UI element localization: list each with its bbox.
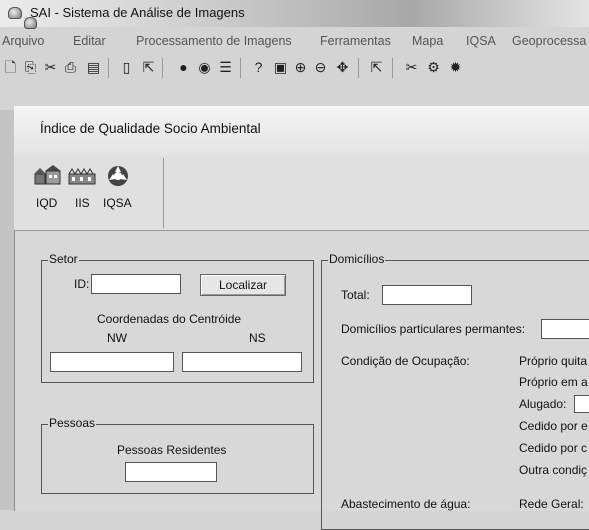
particulares-label: Domicílios particulares permantes: bbox=[341, 322, 526, 336]
menu-geoprocessamento[interactable]: Geoprocessa bbox=[512, 34, 586, 48]
app-title: SAI - Sistema de Análise de Imagens bbox=[30, 5, 245, 20]
tab-iqd-label: IQD bbox=[36, 196, 58, 210]
total-label: Total: bbox=[341, 288, 370, 302]
star-icon[interactable]: ✹ bbox=[447, 59, 464, 76]
nw-label: NW bbox=[107, 331, 127, 345]
toolbar-separator bbox=[358, 58, 359, 78]
centroid-label: Coordenadas do Centróide bbox=[97, 312, 242, 326]
setor-id-label: ID: bbox=[74, 277, 90, 291]
tab-iqsa-label: IQSA bbox=[103, 196, 132, 210]
zoom-out-icon[interactable]: ⊖ bbox=[312, 59, 329, 76]
cycle-icon bbox=[108, 166, 128, 186]
menu-mapa[interactable]: Mapa bbox=[412, 34, 443, 48]
toolbar-separator bbox=[240, 58, 241, 78]
mdi-left-border bbox=[0, 110, 14, 510]
print-icon[interactable]: ⎙ bbox=[62, 59, 79, 76]
settings-icon[interactable]: ⚙ bbox=[425, 59, 442, 76]
image-icon[interactable]: ▣ bbox=[272, 59, 289, 76]
menu-arquivo[interactable]: Arquivo bbox=[2, 34, 44, 48]
setor-legend: Setor bbox=[48, 252, 79, 266]
child-window-icon bbox=[24, 17, 37, 29]
child-window-title: Índice de Qualidade Socio Ambiental bbox=[40, 121, 261, 136]
menu-iqsa[interactable]: IQSA bbox=[466, 34, 496, 48]
color-icon[interactable]: ● bbox=[175, 59, 192, 76]
menu-ferramentas[interactable]: Ferramentas bbox=[320, 34, 391, 48]
ns-input[interactable] bbox=[182, 352, 302, 372]
save-icon[interactable]: ▤ bbox=[85, 59, 102, 76]
new-document-icon[interactable]: 🗋 bbox=[2, 59, 19, 76]
ocupacao-label: Condição de Ocupação: bbox=[341, 354, 470, 368]
document-icon[interactable]: ▯ bbox=[118, 59, 135, 76]
toolbar-separator bbox=[108, 58, 109, 78]
cut-icon[interactable]: ✂ bbox=[42, 59, 59, 76]
domicilios-legend: Domicílios bbox=[328, 252, 386, 266]
houses-icon bbox=[34, 165, 61, 185]
help-icon[interactable]: ? bbox=[250, 59, 267, 76]
particulares-input[interactable] bbox=[541, 319, 589, 339]
menu-editar[interactable]: Editar bbox=[73, 34, 106, 48]
toolbar-separator bbox=[392, 58, 393, 78]
export2-icon[interactable]: ⇱ bbox=[368, 59, 385, 76]
residentes-label: Pessoas Residentes bbox=[117, 443, 227, 457]
copy-icon[interactable]: ⎘ bbox=[22, 59, 39, 76]
tab-iqd[interactable]: IQD bbox=[32, 164, 62, 212]
tab-iis-label: IIS bbox=[75, 196, 90, 210]
pessoas-group bbox=[41, 424, 314, 494]
residentes-input[interactable] bbox=[125, 462, 217, 482]
total-input[interactable] bbox=[382, 285, 472, 305]
pessoas-legend: Pessoas bbox=[48, 416, 97, 430]
ocupacao-proprio-aquisicao: Próprio em a bbox=[519, 375, 588, 389]
app-icon bbox=[8, 7, 22, 19]
ns-label: NS bbox=[249, 331, 266, 345]
agua-rede-geral: Rede Geral: bbox=[519, 497, 584, 511]
export-icon[interactable]: ⇱ bbox=[140, 59, 157, 76]
buildings-icon bbox=[68, 168, 96, 185]
toolbar-separator bbox=[162, 58, 163, 78]
localizar-button[interactable]: Localizar bbox=[200, 274, 286, 296]
tab-iqsa[interactable]: IQSA bbox=[100, 164, 140, 212]
setor-id-input[interactable] bbox=[91, 274, 181, 294]
tab-iis[interactable]: IIS bbox=[66, 164, 96, 212]
ocupacao-alugado: Alugado: bbox=[519, 397, 567, 411]
sphere-icon[interactable]: ◉ bbox=[196, 59, 213, 76]
list-icon[interactable]: ☰ bbox=[217, 59, 234, 76]
ocupacao-outra-condicao: Outra condiç bbox=[519, 463, 588, 477]
alugado-input[interactable] bbox=[574, 395, 589, 413]
ocupacao-proprio-quitado: Próprio quita bbox=[519, 354, 588, 368]
agua-label: Abastecimento de água: bbox=[341, 497, 471, 511]
ocupacao-cedido-empregador: Cedido por e bbox=[519, 419, 588, 433]
tab-strip-separator bbox=[163, 158, 164, 228]
zoom-in-icon[interactable]: ⊕ bbox=[292, 59, 309, 76]
toolbar: 🗋 ⎘ ✂ ⎙ ▤ ▯ ⇱ ● ◉ ☰ ? ▣ ⊕ ⊖ ✥ ⇱ ✂ ⚙ ✹ bbox=[0, 52, 589, 82]
menu-processamento[interactable]: Processamento de Imagens bbox=[136, 34, 292, 48]
ocupacao-cedido-outro: Cedido por c bbox=[519, 441, 588, 455]
title-bar: SAI - Sistema de Análise de Imagens bbox=[0, 0, 589, 27]
pan-icon[interactable]: ✥ bbox=[334, 59, 351, 76]
scissors-icon[interactable]: ✂ bbox=[403, 59, 420, 76]
menu-bar: Arquivo Editar Processamento de Imagens … bbox=[0, 30, 589, 52]
nw-input[interactable] bbox=[50, 352, 174, 372]
